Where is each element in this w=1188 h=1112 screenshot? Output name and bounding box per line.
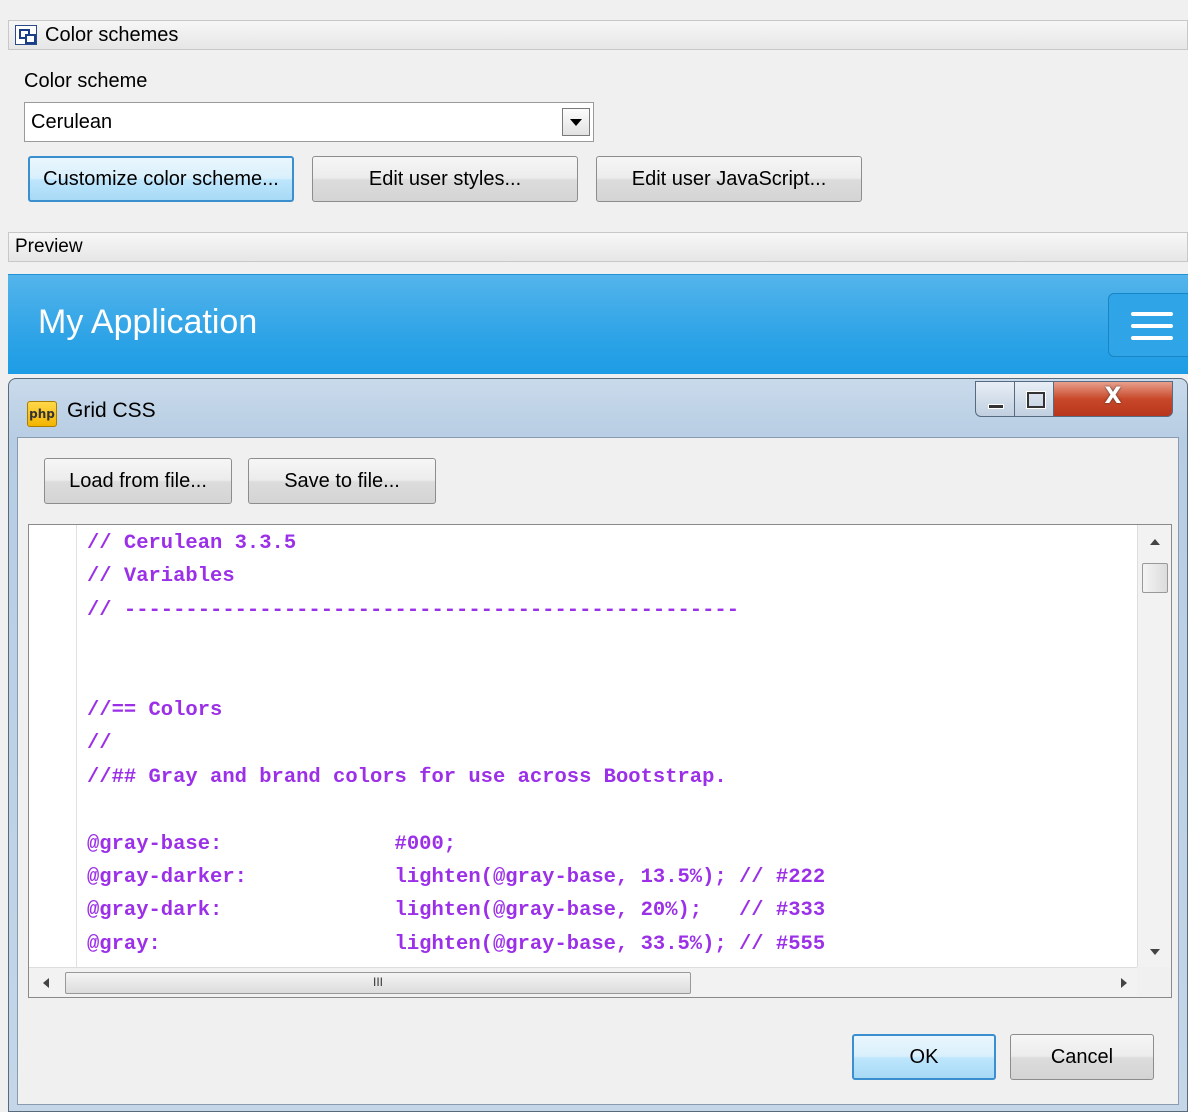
color-schemes-title: Color schemes xyxy=(45,23,179,46)
ok-button[interactable]: OK xyxy=(852,1034,996,1080)
code-line: // -------------------------------------… xyxy=(87,598,740,622)
preview-navbar: My Application xyxy=(8,274,1188,374)
color-schemes-header: Color schemes xyxy=(8,20,1188,50)
edit-user-styles-button[interactable]: Edit user styles... xyxy=(312,156,578,202)
horizontal-scroll-thumb[interactable]: III xyxy=(65,972,691,994)
chevron-down-icon xyxy=(570,118,582,126)
dropdown-arrow-button[interactable] xyxy=(562,108,590,136)
code-line: @gray-base: #000; xyxy=(87,832,457,856)
preview-header: Preview xyxy=(8,232,1188,262)
dialog-titlebar[interactable]: php Grid CSS X xyxy=(9,379,1187,435)
close-icon[interactable]: X xyxy=(1053,381,1173,417)
horizontal-scrollbar[interactable]: III xyxy=(29,967,1139,997)
scroll-corner xyxy=(1137,967,1171,997)
save-to-file-button[interactable]: Save to file... xyxy=(248,458,436,504)
edit-user-javascript-button[interactable]: Edit user JavaScript... xyxy=(596,156,862,202)
code-line: // xyxy=(87,732,112,756)
maximize-icon[interactable] xyxy=(1014,381,1054,417)
panel-window-icon xyxy=(15,25,37,45)
scroll-down-icon[interactable] xyxy=(1150,949,1160,955)
load-from-file-button[interactable]: Load from file... xyxy=(44,458,232,504)
preview-title: Preview xyxy=(15,236,83,257)
code-line: @gray: lighten(@gray-base, 33.5%); // #5… xyxy=(87,932,826,956)
scroll-up-icon[interactable] xyxy=(1150,539,1160,545)
code-editor[interactable]: // Cerulean 3.3.5 // Variables // --------… xyxy=(28,524,1172,998)
code-content[interactable]: // Cerulean 3.3.5 // Variables // --------… xyxy=(87,527,1137,967)
dialog-body: Load from file... Save to file... // Cer… xyxy=(17,437,1179,1105)
code-line: @gray-dark: lighten(@gray-base, 20%); //… xyxy=(87,899,826,923)
code-line: //== Colors xyxy=(87,698,223,722)
vertical-scroll-thumb[interactable] xyxy=(1142,563,1168,593)
scroll-grip: III xyxy=(372,975,383,989)
code-line: @gray-darker: lighten(@gray-base, 13.5%)… xyxy=(87,865,826,889)
php-icon: php xyxy=(27,401,57,427)
minimize-icon[interactable] xyxy=(975,381,1015,417)
code-line: // Variables xyxy=(87,565,235,589)
color-scheme-value: Cerulean xyxy=(31,110,113,133)
grid-css-dialog: php Grid CSS X Load from file... Save to… xyxy=(8,378,1188,1112)
scroll-left-icon[interactable] xyxy=(43,978,49,988)
scroll-right-icon[interactable] xyxy=(1121,978,1127,988)
code-line: //## Gray and brand colors for use acros… xyxy=(87,765,727,789)
dialog-title: Grid CSS xyxy=(67,399,156,422)
vertical-scrollbar[interactable] xyxy=(1137,525,1171,969)
color-scheme-select[interactable]: Cerulean xyxy=(24,102,594,142)
editor-gutter xyxy=(29,525,77,969)
hamburger-menu-icon[interactable] xyxy=(1108,293,1188,357)
customize-color-scheme-button[interactable]: Customize color scheme... xyxy=(28,156,294,202)
cancel-button[interactable]: Cancel xyxy=(1010,1034,1154,1080)
code-line: // Cerulean 3.3.5 xyxy=(87,532,297,555)
color-scheme-label: Color scheme xyxy=(24,70,148,92)
app-title: My Application xyxy=(38,303,258,341)
